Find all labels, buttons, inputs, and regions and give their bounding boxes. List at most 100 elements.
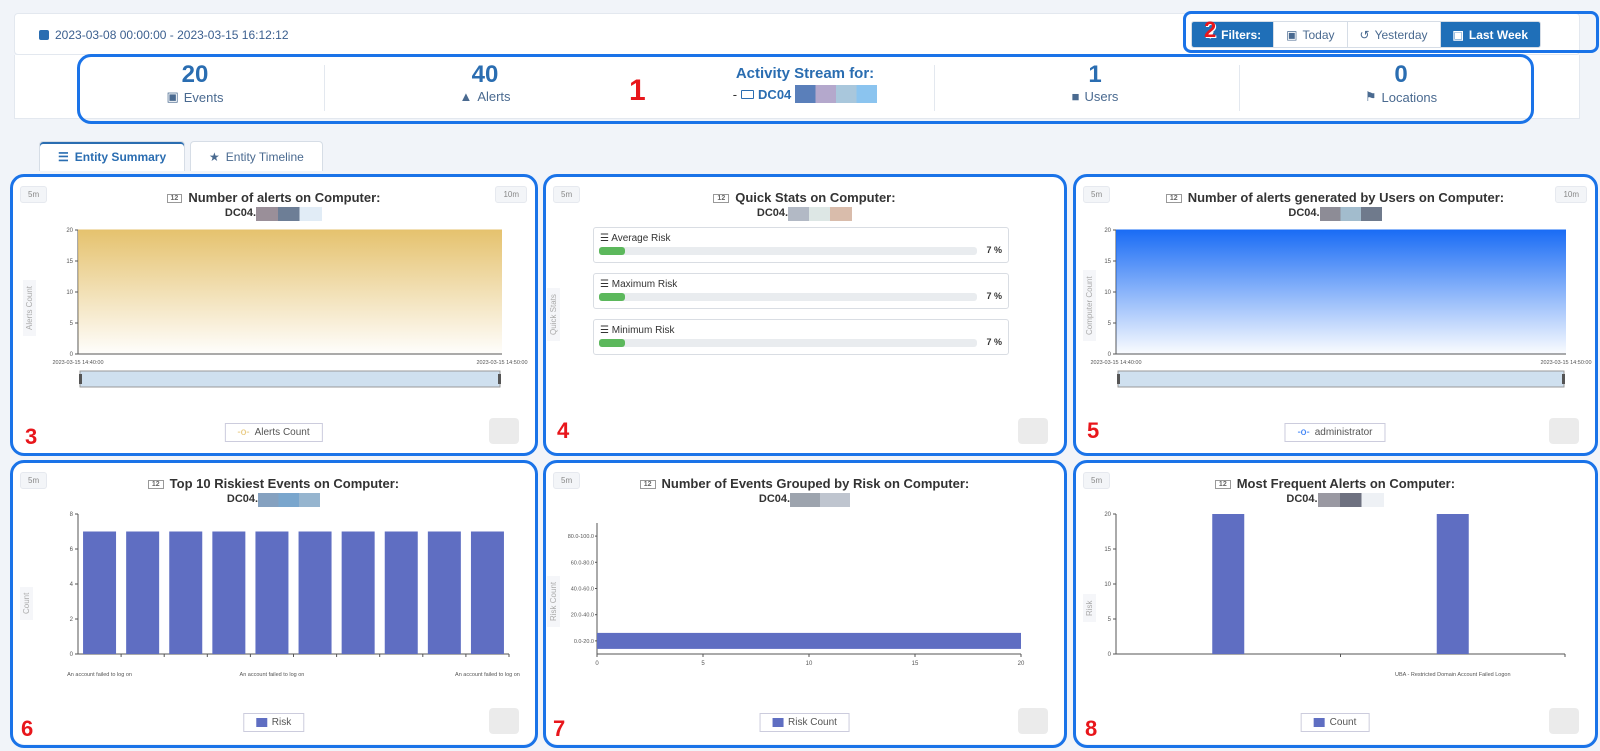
y-tick-label: 0.0-20.0 <box>574 639 594 645</box>
y-tick-label: 40.0-60.0 <box>571 587 594 593</box>
legend-line-icon: -o- <box>237 427 250 438</box>
list-icon: ☰ <box>58 149 69 164</box>
activity-stream-host[interactable]: - DC04 <box>715 85 895 103</box>
date-filter-bar: 2023-03-08 00:00:00 - 2023-03-15 16:12:1… <box>14 13 1580 55</box>
quick-stat-label: ☰ Average Risk <box>600 233 671 244</box>
card-alerts-on-computer: 5m 10m 12 Number of alerts on Computer: D… <box>12 176 535 454</box>
label-text: Average Risk <box>611 233 671 244</box>
filter-button-group: ▼ Filters: ▣ Today ↺ Yesterday ▣ Last We… <box>1191 21 1541 48</box>
area-fill <box>1116 230 1566 354</box>
y-tick-label: 20 <box>66 228 73 234</box>
y-tick-label: 0 <box>1108 352 1112 358</box>
alert-icon <box>1018 708 1048 734</box>
card-host-text: DC04. <box>756 207 789 219</box>
events-stat[interactable]: 20 ▣ Events <box>95 61 295 105</box>
history-icon: ↺ <box>1359 27 1370 42</box>
quick-stat-label: ☰ Maximum Risk <box>600 279 677 290</box>
x-tick-label: An account failed to log on <box>455 672 520 678</box>
tab-entity-summary[interactable]: ☰ Entity Summary <box>39 141 186 171</box>
stats-icon: ☰ <box>600 233 609 244</box>
y-tick-label: 15 <box>1104 259 1111 265</box>
quick-stat-maximum-risk: ☰ Maximum Risk 7 % <box>593 273 1009 309</box>
y-tick-label: 5 <box>70 321 74 327</box>
today-label: Today <box>1302 27 1335 42</box>
legend-swatch-icon <box>772 718 784 727</box>
x-tick-label: 15 <box>912 661 919 667</box>
y-tick-label: 10 <box>66 290 73 296</box>
calendar-icon: ▣ <box>1452 27 1464 42</box>
today-button[interactable]: ▣ Today <box>1274 22 1348 47</box>
warning-icon <box>489 708 519 734</box>
calendar-icon: ▣ <box>1286 27 1298 42</box>
alerts-area-chart: 0 5 10 15 20 2023-03-15 14:40:00 2023-03-15 14… <box>52 228 528 388</box>
range-handle-right <box>498 374 501 384</box>
x-tick-label: An account failed to log on <box>67 672 132 678</box>
users-stat[interactable]: 1 ■ Users <box>995 61 1195 104</box>
x-tick-label: An account failed to log on <box>240 672 305 678</box>
list-icon <box>1018 418 1048 444</box>
last-week-label: Last Week <box>1468 27 1528 42</box>
redacted-host <box>788 207 853 221</box>
chart-icon: 12 <box>713 194 730 204</box>
map-icon: ⚑ <box>1364 89 1377 104</box>
x-tick-label: 5 <box>701 661 705 667</box>
legend-alerts-count[interactable]: -o- Alerts Count <box>224 423 323 442</box>
tab-label: Entity Timeline <box>225 149 304 164</box>
y-tick-label: 4 <box>70 582 74 588</box>
y-tick-label: 15 <box>66 259 73 265</box>
tab-entity-timeline[interactable]: ★ Entity Timeline <box>190 141 323 171</box>
laptop-icon <box>741 89 755 99</box>
quick-stat-average-risk: ☰ Average Risk 7 % <box>593 227 1009 263</box>
progress-fill <box>599 293 626 301</box>
area-fill <box>78 230 502 354</box>
y-tick-label: 0 <box>70 652 74 658</box>
range-handle-left <box>1117 374 1120 384</box>
events-count: 20 <box>181 61 209 88</box>
bar <box>212 531 246 654</box>
legend-administrator[interactable]: -o-administrator <box>1284 423 1386 442</box>
card-top-riskiest-events: 5m 12 Top 10 Riskiest Events on Computer:… <box>12 462 535 744</box>
progress-bar <box>599 293 977 301</box>
range-handle-left <box>79 374 82 384</box>
quick-stat-minimum-risk: ☰ Minimum Risk 7 % <box>593 319 1009 355</box>
progress-bar <box>599 339 977 347</box>
legend-line-icon: -o- <box>1297 427 1310 438</box>
legend-risk[interactable]: Risk <box>242 713 305 732</box>
timeline-icon: ★ <box>209 149 220 164</box>
range-handle-right <box>1562 374 1565 384</box>
y-tick-label: 0 <box>70 352 74 358</box>
x-tick-label: 0 <box>595 661 599 667</box>
yesterday-button[interactable]: ↺ Yesterday <box>1347 22 1441 47</box>
progress-fill <box>599 339 626 347</box>
y-tick-label: 8 <box>70 512 74 518</box>
alerts-count: 40 <box>471 61 499 88</box>
redacted-host <box>795 85 878 103</box>
card-host: DC04. <box>545 207 1064 221</box>
legend-risk-count[interactable]: Risk Count <box>759 713 850 732</box>
card-events-grouped-by-risk: 5m 12 Number of Events Grouped by Risk on… <box>545 462 1064 744</box>
legend-count[interactable]: Count <box>1300 713 1370 732</box>
x-tick-label: 20 <box>1018 661 1025 667</box>
alert-icon <box>1549 418 1579 444</box>
x-tick-label: 2023-03-15 14:40:00 <box>1090 360 1141 366</box>
activity-stream: Activity Stream for: - DC04 <box>715 65 895 103</box>
frequent-alerts-bar-chart: 0 5 10 15 20 UBA - Restricted Domain Account … <box>1104 512 1566 678</box>
x-tick-label: UBA - Restricted Domain Account Failed L… <box>1395 672 1511 678</box>
y-tick-label: 20 <box>1104 228 1111 234</box>
stats-icon: ☰ <box>600 279 609 290</box>
bar <box>597 632 1021 649</box>
annotation-number-1: 1 <box>629 74 646 107</box>
y-tick-label: 6 <box>70 547 74 553</box>
quick-stat-percent: 7 % <box>986 337 1002 347</box>
y-tick-label: 5 <box>1108 617 1112 623</box>
bar <box>126 531 160 654</box>
y-tick-label: 10 <box>1104 582 1111 588</box>
divider <box>1239 65 1240 111</box>
locations-stat[interactable]: 0 ⚑ Locations <box>1301 61 1501 105</box>
annotation-number-7: 7 <box>553 716 566 741</box>
annotation-number-5: 5 <box>1087 418 1100 443</box>
alerts-stat[interactable]: 40 ▲ Alerts <box>385 61 585 104</box>
last-week-button[interactable]: ▣ Last Week <box>1440 22 1540 47</box>
locations-count: 0 <box>1394 61 1408 88</box>
annotation-number-8: 8 <box>1085 716 1098 741</box>
